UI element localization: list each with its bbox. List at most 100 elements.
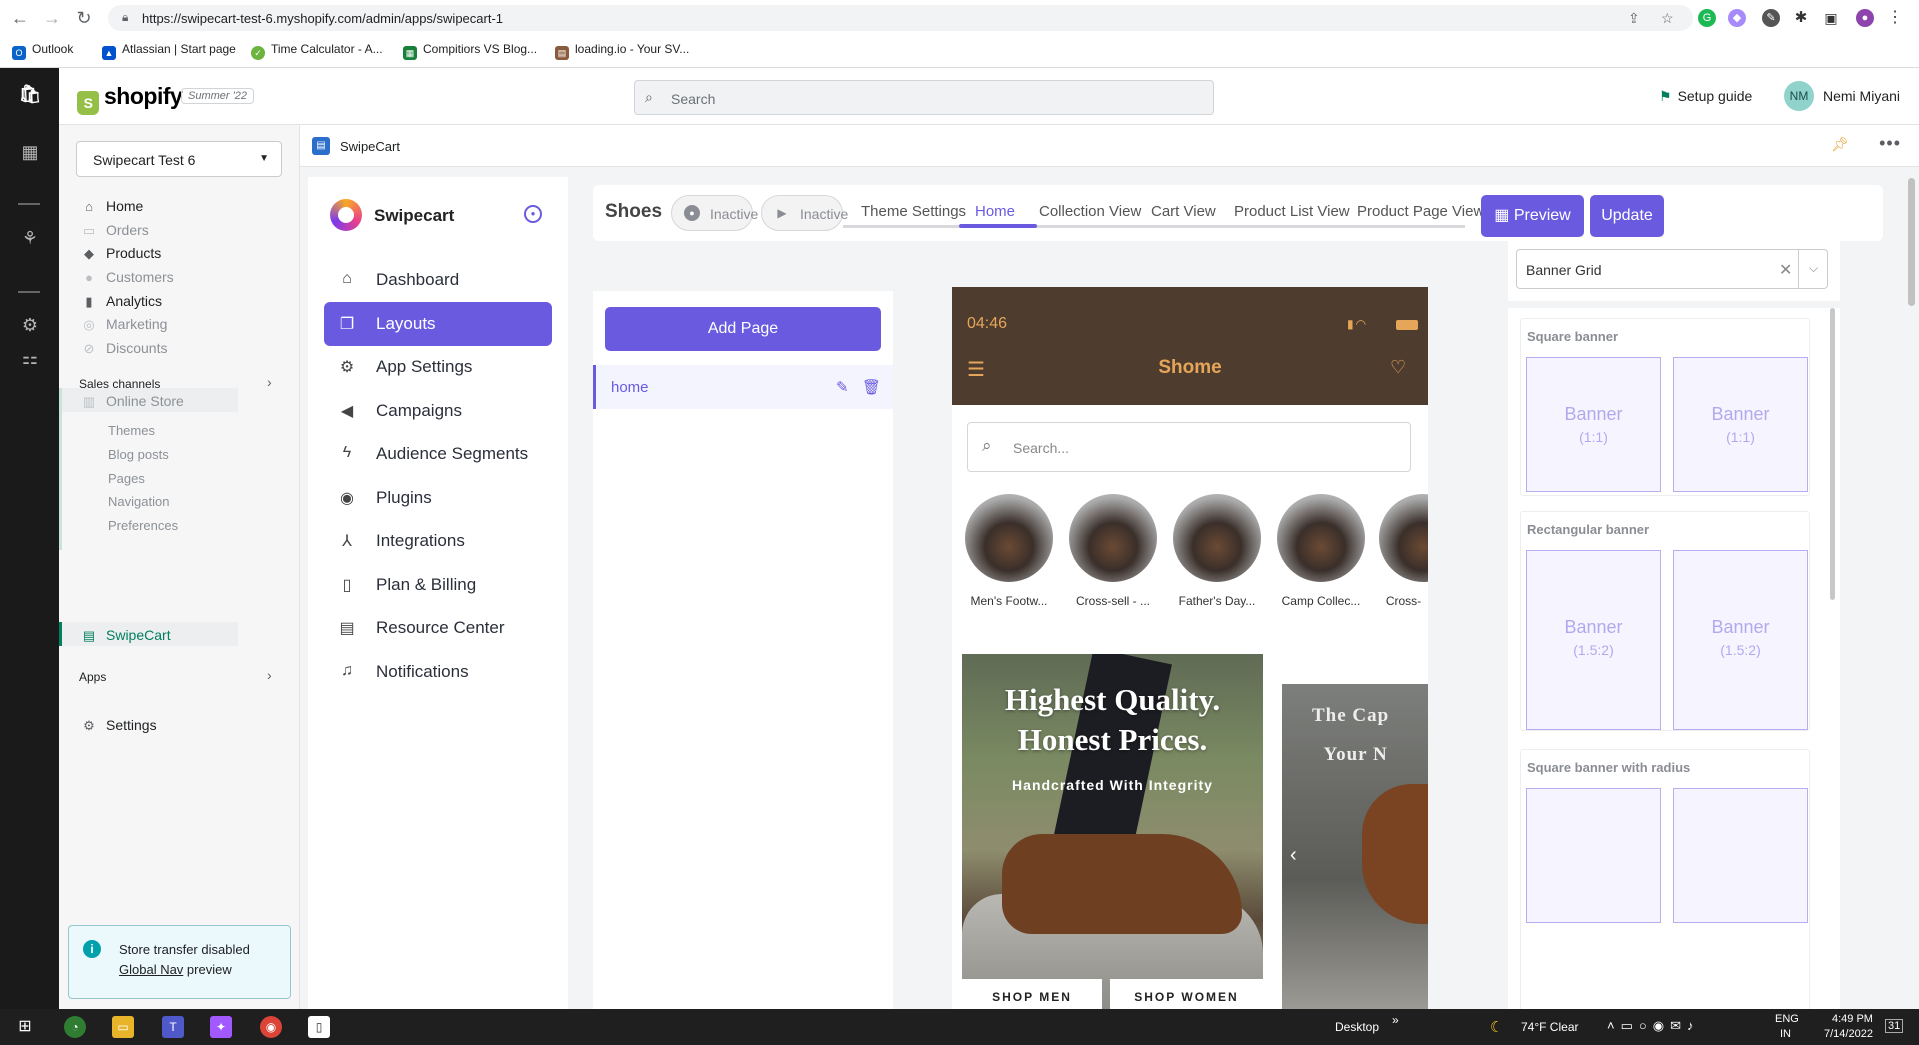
side-panel-icon[interactable]: ▣ xyxy=(1822,9,1840,27)
admin-search-input[interactable]: ⌕ Search xyxy=(634,80,1214,115)
trash-icon[interactable]: 🗑︎ xyxy=(862,378,881,396)
user-name[interactable]: Nemi Miyani xyxy=(1823,88,1900,104)
store-selector[interactable]: Swipecart Test 6 ▼ xyxy=(76,141,282,177)
nav-swipecart[interactable]: ▤ SwipeCart xyxy=(81,627,171,644)
banner-tile[interactable] xyxy=(1526,788,1661,923)
nav-pages[interactable]: Pages xyxy=(108,471,145,486)
sidebar-item-campaigns[interactable]: ◀ Campaigns xyxy=(324,389,552,433)
global-nav-link[interactable]: Global Nav xyxy=(119,962,183,977)
clock-time[interactable]: 4:49 PM xyxy=(1832,1013,1873,1025)
grammarly-extension-icon[interactable]: G xyxy=(1698,9,1716,27)
chevron-right-icon[interactable]: › xyxy=(267,374,272,390)
teams-icon[interactable]: T xyxy=(162,1016,184,1038)
lang-in[interactable]: IN xyxy=(1780,1028,1791,1040)
desktop-label[interactable]: Desktop xyxy=(1335,1020,1379,1034)
shopify-logo[interactable]: Sshopify xyxy=(77,83,183,115)
tab-theme-settings[interactable]: Theme Settings xyxy=(861,203,966,220)
category-item[interactable]: Camp Collec... xyxy=(1275,494,1367,608)
address-bar[interactable]: 🔒︎ https://swipecart-test-6.myshopify.co… xyxy=(108,5,1693,31)
ios-status-pill[interactable]: ● Inactive xyxy=(671,195,758,231)
notification-center-icon[interactable]: 31 xyxy=(1885,1019,1904,1033)
browser-menu-icon[interactable]: ⋮ xyxy=(1886,9,1904,27)
lang-en[interactable]: ENG xyxy=(1775,1013,1799,1025)
banner-tile[interactable]: Banner (1.5:2) xyxy=(1673,550,1808,730)
category-item[interactable]: Men's Footw... xyxy=(963,494,1055,608)
pencil-edit-icon[interactable]: ✎ xyxy=(836,378,849,396)
banner-tile[interactable]: Banner (1:1) xyxy=(1673,357,1808,492)
category-item[interactable]: Cross- xyxy=(1379,494,1428,608)
update-button[interactable]: Update xyxy=(1590,195,1664,237)
sidebar-item-layouts[interactable]: ❐ Layouts xyxy=(324,302,552,346)
bookmark-time-calculator[interactable]: ✓ Time Calculator - A... xyxy=(251,42,383,60)
extension-icon[interactable]: ◆ xyxy=(1728,9,1746,27)
hero-banner[interactable]: Highest Quality. Honest Prices. Handcraft… xyxy=(962,654,1263,1009)
bookmark-compitiors[interactable]: ▦ Compitiors VS Blog... xyxy=(403,42,537,60)
chevron-left-icon[interactable]: ‹ xyxy=(1290,844,1297,867)
preview-button[interactable]: ▦ Preview xyxy=(1481,195,1584,237)
banner-tile[interactable]: Banner (1.5:2) xyxy=(1526,550,1661,730)
store-settings-icon[interactable]: ⚙ xyxy=(18,313,42,337)
figma-icon[interactable]: ✦ xyxy=(210,1016,232,1038)
chevron-up-icon[interactable]: » xyxy=(1392,1013,1399,1027)
category-item[interactable]: Cross-sell - ... xyxy=(1067,494,1159,608)
sidebar-item-integrations[interactable]: ⅄ Integrations xyxy=(324,519,552,563)
nav-navigation[interactable]: Navigation xyxy=(108,494,169,509)
chrome-icon[interactable]: ◉ xyxy=(260,1016,282,1038)
secondary-banner[interactable]: The Cap Your N ‹ xyxy=(1282,684,1428,1009)
panel-scrollbar[interactable] xyxy=(1830,308,1835,600)
user-avatar[interactable]: NM xyxy=(1784,81,1814,111)
nav-blog-posts[interactable]: Blog posts xyxy=(108,447,169,462)
share-icon[interactable]: ⇪ xyxy=(1628,10,1640,27)
component-select-input[interactable]: Banner Grid ✕ ⌵ xyxy=(1516,249,1828,289)
tab-home[interactable]: Home xyxy=(975,203,1015,220)
sidebar-item-plan-billing[interactable]: ▯ Plan & Billing xyxy=(324,563,552,607)
sidebar-item-resource-center[interactable]: ▤ Resource Center xyxy=(324,606,552,650)
tab-product-list-view[interactable]: Product List View xyxy=(1234,203,1350,220)
sidebar-item-dashboard[interactable]: ⌂ Dashboard xyxy=(324,258,552,302)
windows-start-icon[interactable]: ⊞ xyxy=(14,1016,36,1038)
sidebar-item-notifications[interactable]: ♫ Notifications xyxy=(324,650,552,694)
bookmark-outlook[interactable]: O Outlook xyxy=(12,42,73,60)
sidebar-item-plugins[interactable]: ◉ Plugins xyxy=(324,476,552,520)
setup-guide-button[interactable]: ⚑ Setup guide xyxy=(1659,88,1752,105)
shop-men-button[interactable]: SHOP MEN xyxy=(962,979,1102,1009)
puzzle-extensions-icon[interactable]: ✱ xyxy=(1792,9,1810,27)
nav-home[interactable]: ⌂ Home xyxy=(81,198,143,214)
nav-themes[interactable]: Themes xyxy=(108,423,155,438)
chevron-right-icon[interactable]: › xyxy=(267,667,272,683)
add-page-button[interactable]: Add Page xyxy=(605,307,881,351)
page-scrollbar[interactable] xyxy=(1908,178,1915,306)
sidebar-item-app-settings[interactable]: ⚙ App Settings xyxy=(324,345,552,389)
profile-avatar-icon[interactable]: ● xyxy=(1856,9,1874,27)
nav-online-store[interactable]: ▥ Online Store xyxy=(81,393,184,410)
notepad-icon[interactable]: ▯ xyxy=(308,1016,330,1038)
forward-icon[interactable]: → xyxy=(40,6,64,30)
target-settings-icon[interactable]: ● xyxy=(524,205,542,223)
shopify-bag-icon[interactable]: 🛍︎ xyxy=(18,82,42,106)
nav-settings[interactable]: ⚙ Settings xyxy=(81,717,156,734)
nav-marketing[interactable]: ◎ Marketing xyxy=(81,316,167,333)
more-options-icon[interactable]: ••• xyxy=(1879,133,1901,154)
apps-icon[interactable]: ⚏ xyxy=(18,346,42,370)
heart-icon[interactable]: ♡ xyxy=(1390,357,1406,378)
shop-women-button[interactable]: SHOP WOMEN xyxy=(1110,979,1263,1009)
sidebar-item-audience-segments[interactable]: ϟ Audience Segments xyxy=(324,432,552,476)
page-item-home[interactable]: home ✎ 🗑︎ xyxy=(593,365,893,409)
network-icon[interactable]: ⚘ xyxy=(18,226,42,250)
banner-tile[interactable] xyxy=(1673,788,1808,923)
bookmark-loadingio[interactable]: ▤ loading.io - Your SV... xyxy=(555,42,689,60)
pin-icon[interactable]: 📌︎ xyxy=(1831,136,1849,153)
dashboard-grid-icon[interactable]: ▦ xyxy=(18,140,42,164)
category-item[interactable]: Father's Day... xyxy=(1171,494,1263,608)
android-status-pill[interactable]: ▶ Inactive xyxy=(761,195,848,231)
app-clock-icon[interactable]: ◔ xyxy=(64,1016,86,1038)
bookmark-atlassian[interactable]: ▲ Atlassian | Start page xyxy=(102,42,236,60)
nav-customers[interactable]: ● Customers xyxy=(81,269,174,285)
bookmark-star-icon[interactable]: ☆ xyxy=(1661,10,1674,27)
tray-icons[interactable]: ˄▭○◉✉♪ xyxy=(1607,1018,1699,1034)
nav-orders[interactable]: ▭ Orders xyxy=(81,222,149,239)
extension-icon[interactable]: ✎ xyxy=(1762,9,1780,27)
clear-icon[interactable]: ✕ xyxy=(1779,260,1792,280)
back-icon[interactable]: ← xyxy=(8,6,32,30)
phone-search-input[interactable]: ⌕ Search... xyxy=(967,422,1411,472)
